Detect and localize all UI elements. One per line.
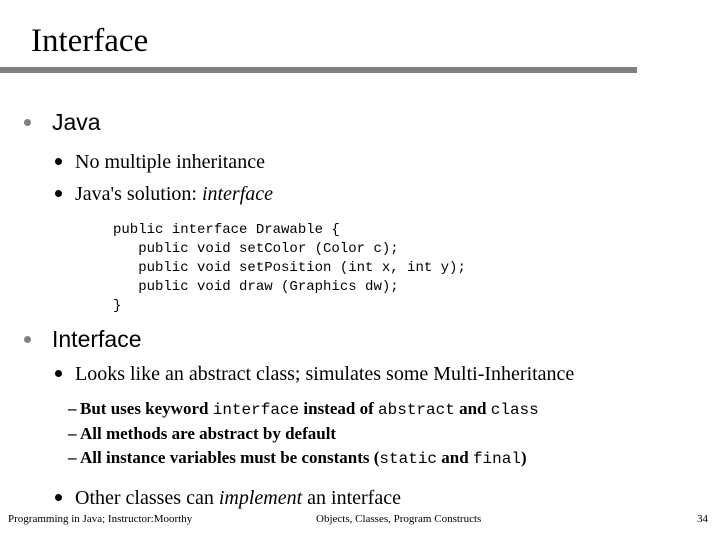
footer-page-number: 34	[697, 513, 708, 525]
list-item: Looks like an abstract class; simulates …	[0, 361, 720, 387]
list-item: Java's solution: interface	[0, 181, 720, 207]
page-title: Interface	[31, 23, 149, 59]
inline-keyword: class	[490, 401, 539, 419]
bullet-level2-icon	[55, 190, 62, 197]
inline-keyword: static	[379, 450, 438, 468]
slide: Interface Java No multiple inheritance J…	[0, 0, 720, 540]
dash-bullet-icon: –	[68, 424, 77, 443]
bullet-level2-icon	[55, 370, 62, 377]
bullet-level1-icon	[24, 119, 31, 126]
list-item-label: Java's solution:	[75, 183, 202, 205]
section-heading-interface: Interface	[0, 325, 720, 353]
sub-list-item: – But uses keyword interface instead of a…	[0, 397, 720, 422]
title-divider	[0, 67, 637, 73]
list-item: No multiple inheritance	[0, 149, 720, 175]
list-item-label: an interface	[302, 487, 401, 509]
sub-list-item-label: )	[520, 448, 527, 467]
footer-topic: Objects, Classes, Program Constructs	[316, 513, 482, 525]
sub-list-item-label: and	[454, 399, 491, 418]
dash-bullet-icon: –	[68, 448, 77, 467]
sub-list-item: – All instance variables must be constant…	[0, 446, 720, 471]
bullet-level2-icon	[55, 494, 62, 501]
list-item-label: Other classes can	[75, 487, 219, 509]
slide-footer: Programming in Java; Instructor:Moorthy …	[0, 512, 720, 532]
footer-course-info: Programming in Java; Instructor:Moorthy	[8, 513, 193, 525]
section-heading-java: Java	[0, 108, 720, 136]
bullet-level1-icon	[24, 336, 31, 343]
section-heading-label: Interface	[52, 326, 142, 352]
sub-list-item-label: All methods are abstract by default	[80, 424, 337, 443]
bullet-level2-icon	[55, 158, 62, 165]
list-item-emphasis: interface	[201, 183, 274, 205]
list-item-label: Looks like an abstract class; simulates …	[75, 363, 575, 385]
sub-list-item-label: instead of	[299, 399, 379, 418]
sub-list-item-label: All instance variables must be constants…	[80, 448, 380, 467]
list-item: Other classes can implement an interface	[0, 485, 720, 511]
sub-list-item: – All methods are abstract by default	[0, 422, 720, 446]
sub-list-item-label: and	[437, 448, 473, 467]
inline-keyword: final	[472, 450, 521, 468]
inline-keyword: abstract	[378, 401, 455, 419]
list-item-label: No multiple inheritance	[75, 151, 265, 173]
code-block-drawable: public interface Drawable { public void …	[113, 222, 466, 314]
list-item-emphasis: implement	[218, 487, 303, 509]
sub-list-item-label: But uses keyword	[80, 399, 213, 418]
section-heading-label: Java	[52, 109, 101, 135]
dash-bullet-icon: –	[68, 399, 77, 418]
slide-body: Java No multiple inheritance Java's solu…	[0, 108, 720, 511]
inline-keyword: interface	[212, 401, 300, 419]
